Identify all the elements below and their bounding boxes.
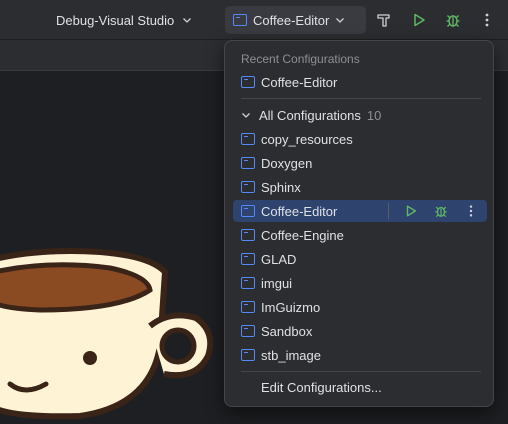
- config-icon: [241, 277, 255, 289]
- all-configurations-toggle[interactable]: All Configurations 10: [233, 104, 487, 126]
- config-item-sandbox[interactable]: Sandbox: [233, 320, 487, 342]
- config-label: GLAD: [261, 251, 297, 267]
- run-config-label: Coffee-Editor: [253, 12, 330, 28]
- recent-configurations-header: Recent Configurations: [241, 52, 360, 66]
- configurations-count: 10: [366, 107, 382, 123]
- more-actions-button[interactable]: [477, 10, 497, 30]
- row-run-button[interactable]: [401, 201, 421, 221]
- config-icon: [241, 253, 255, 265]
- run-button[interactable]: [409, 10, 429, 30]
- config-label: Sandbox: [261, 323, 313, 339]
- separator: [241, 371, 481, 372]
- config-icon: [241, 181, 255, 193]
- build-hammer-icon: [377, 14, 390, 27]
- more-vertical-icon: [469, 205, 473, 217]
- run-icon: [406, 205, 417, 217]
- row-debug-button[interactable]: [431, 201, 451, 221]
- solution-config-label: Debug-Visual Studio: [56, 12, 175, 28]
- config-icon: [241, 229, 255, 241]
- config-icon: [241, 349, 255, 361]
- config-label: Coffee-Editor: [261, 203, 338, 219]
- config-icon: [241, 76, 255, 88]
- row-more-button[interactable]: [461, 201, 481, 221]
- config-label: Coffee-Engine: [261, 227, 344, 243]
- debug-icon: [446, 15, 460, 27]
- config-item-imguizmo[interactable]: ImGuizmo: [233, 296, 487, 318]
- edit-configurations-item[interactable]: Edit Configurations...: [233, 376, 487, 398]
- config-label: Sphinx: [261, 179, 301, 195]
- run-icon: [414, 13, 425, 27]
- config-item-coffee-engine[interactable]: Coffee-Engine: [233, 224, 487, 246]
- edit-configurations-label: Edit Configurations...: [261, 379, 382, 395]
- config-icon: [241, 301, 255, 313]
- solution-config-selector[interactable]: Debug-Visual Studio: [56, 10, 192, 30]
- debug-button[interactable]: [443, 10, 463, 30]
- config-label: stb_image: [261, 347, 321, 363]
- config-icon: [241, 205, 255, 217]
- divider: [388, 203, 389, 219]
- config-icon: [241, 133, 255, 145]
- chevron-down-icon: [242, 113, 250, 118]
- config-icon: [241, 325, 255, 337]
- config-label: Coffee-Editor: [261, 74, 338, 90]
- config-label: copy_resources: [261, 131, 353, 147]
- config-item-stb-image[interactable]: stb_image: [233, 344, 487, 366]
- separator: [241, 98, 481, 99]
- run-config-selector[interactable]: Coffee-Editor: [225, 6, 366, 34]
- config-item-doxygen[interactable]: Doxygen: [233, 152, 487, 174]
- more-vertical-icon: [485, 13, 489, 27]
- chevron-down-icon: [336, 18, 345, 23]
- config-label: imgui: [261, 275, 293, 291]
- config-icon: [233, 14, 247, 26]
- main-toolbar: Debug-Visual Studio Coffee-Editor: [0, 0, 508, 40]
- config-label: Doxygen: [261, 155, 313, 171]
- debug-icon: [435, 206, 447, 218]
- row-actions: [388, 200, 481, 222]
- all-configurations-header: All Configurations: [259, 107, 361, 123]
- config-item-copy-resources[interactable]: copy_resources: [233, 128, 487, 150]
- config-label: ImGuizmo: [261, 299, 321, 315]
- config-item-imgui[interactable]: imgui: [233, 272, 487, 294]
- run-config-popup: Recent Configurations Coffee-Editor All …: [224, 40, 494, 407]
- chevron-down-icon: [183, 18, 192, 23]
- config-item-glad[interactable]: GLAD: [233, 248, 487, 270]
- coffee-cup-illustration: [0, 248, 214, 420]
- build-button[interactable]: [374, 10, 394, 30]
- config-item-sphinx[interactable]: Sphinx: [233, 176, 487, 198]
- recent-config-item[interactable]: Coffee-Editor: [233, 71, 487, 93]
- config-item-coffee-editor[interactable]: Coffee-Editor: [233, 200, 487, 222]
- config-icon: [241, 157, 255, 169]
